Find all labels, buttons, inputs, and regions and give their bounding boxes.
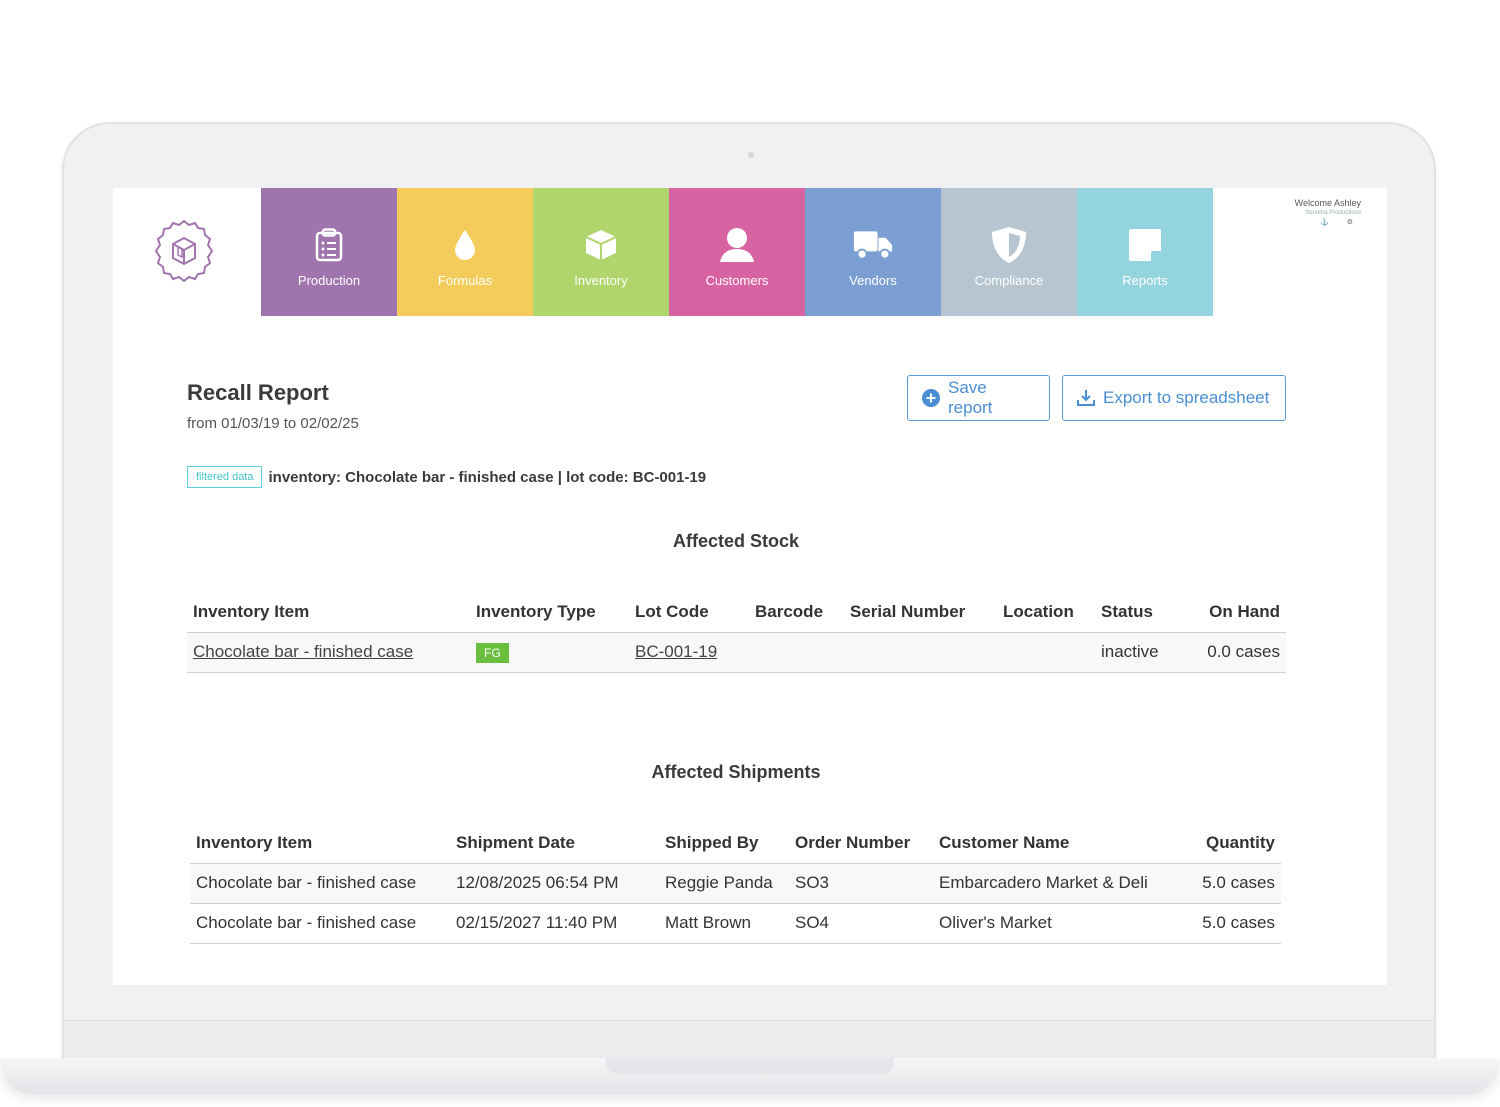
- page-title: Recall Report: [187, 380, 329, 405]
- table-row: Chocolate bar - finished case 12/08/2025…: [190, 863, 1281, 904]
- column-header[interactable]: Inventory Item: [190, 823, 450, 864]
- main-nav: Production Formulas Inventory Customers …: [261, 188, 1213, 316]
- filtered-data-tag: filtered data: [187, 466, 263, 488]
- shipped-by-cell: Matt Brown: [659, 903, 789, 944]
- drop-icon: [445, 225, 485, 265]
- order-number-cell: SO3: [789, 863, 933, 904]
- affected-stock-table: Inventory Item Inventory Type Lot Code B…: [187, 592, 1286, 673]
- note-icon: [1125, 225, 1165, 265]
- column-header[interactable]: Inventory Type: [470, 592, 629, 633]
- user-name[interactable]: Ashley: [1334, 198, 1361, 208]
- nav-label: Formulas: [437, 272, 493, 288]
- barcode-cell: [749, 632, 844, 673]
- nav-label: Compliance: [974, 272, 1044, 288]
- affected-stock-title: Affected Stock: [672, 531, 800, 551]
- table-row: Chocolate bar - finished case 02/15/2027…: [190, 903, 1281, 944]
- company-name[interactable]: Sonoma Productions: [1295, 210, 1361, 216]
- shipment-date-cell: 02/15/2027 11:40 PM: [450, 903, 659, 944]
- shipment-date-cell: 12/08/2025 06:54 PM: [450, 863, 659, 904]
- download-icon: [1077, 389, 1095, 407]
- brand-logo-icon[interactable]: [151, 218, 217, 284]
- nav-label: Customers: [705, 272, 769, 288]
- export-spreadsheet-button[interactable]: Export to spreadsheet: [1062, 375, 1286, 421]
- column-header[interactable]: Status: [1095, 592, 1190, 633]
- user-welcome: Welcome Ashley Sonoma Productions ⚓ ⚙: [1295, 198, 1361, 226]
- table-header-row: Inventory Item Inventory Type Lot Code B…: [187, 592, 1286, 633]
- filter-description: inventory: Chocolate bar - finished case…: [268, 468, 707, 486]
- nav-tile-formulas[interactable]: Formulas: [397, 188, 533, 316]
- order-number-cell: SO4: [789, 903, 933, 944]
- app-screen: Production Formulas Inventory Customers …: [113, 188, 1387, 985]
- nav-tile-inventory[interactable]: Inventory: [533, 188, 669, 316]
- table-row: Chocolate bar - finished case FG BC-001-…: [187, 632, 1286, 673]
- customer-name-cell: Embarcadero Market & Deli: [933, 863, 1163, 904]
- date-range: from 01/03/19 to 02/02/25: [187, 415, 359, 432]
- column-header[interactable]: Shipped By: [659, 823, 789, 864]
- nav-label: Production: [297, 272, 361, 288]
- column-header[interactable]: Serial Number: [844, 592, 997, 633]
- inventory-item-link[interactable]: Chocolate bar - finished case: [193, 642, 413, 661]
- affected-shipments-title: Affected Shipments: [651, 762, 821, 782]
- clipboard-icon: [309, 225, 349, 265]
- column-header[interactable]: Barcode: [749, 592, 844, 633]
- nav-label: Reports: [1122, 272, 1168, 288]
- box-icon: [581, 225, 621, 265]
- welcome-prefix: Welcome: [1294, 198, 1332, 208]
- camera: [748, 152, 754, 158]
- lot-code-link[interactable]: BC-001-19: [635, 642, 717, 661]
- shield-icon: [989, 225, 1029, 265]
- status-cell: inactive: [1095, 632, 1190, 673]
- nav-tile-compliance[interactable]: Compliance: [941, 188, 1077, 316]
- customer-name-cell: Oliver's Market: [933, 903, 1163, 944]
- filter-row: filtered data inventory: Chocolate bar -…: [187, 466, 706, 488]
- nav-tile-customers[interactable]: Customers: [669, 188, 805, 316]
- on-hand-cell: 0.0 cases: [1190, 632, 1286, 673]
- inventory-type-badge: FG: [476, 642, 509, 663]
- location-cell: [997, 632, 1095, 673]
- shipped-by-cell: Reggie Panda: [659, 863, 789, 904]
- column-header[interactable]: Lot Code: [629, 592, 749, 633]
- nav-label: Inventory: [574, 272, 628, 288]
- column-header[interactable]: Inventory Item: [187, 592, 470, 633]
- save-report-label: Save report: [948, 378, 993, 417]
- table-header-row: Inventory Item Shipment Date Shipped By …: [190, 823, 1281, 864]
- column-header[interactable]: Location: [997, 592, 1095, 633]
- serial-number-cell: [844, 632, 997, 673]
- nav-label: Vendors: [849, 272, 897, 288]
- user-controls[interactable]: ⚓ ⚙: [1295, 218, 1361, 226]
- truck-icon: [853, 225, 893, 265]
- export-spreadsheet-label: Export to spreadsheet: [1103, 388, 1270, 407]
- nav-tile-production[interactable]: Production: [261, 188, 397, 316]
- affected-shipments-table: Inventory Item Shipment Date Shipped By …: [190, 823, 1281, 944]
- nav-tile-reports[interactable]: Reports: [1077, 188, 1213, 316]
- user-icon: [717, 225, 757, 265]
- column-header[interactable]: Customer Name: [933, 823, 1163, 864]
- inventory-item-cell: Chocolate bar - finished case: [190, 863, 450, 904]
- inventory-item-cell: Chocolate bar - finished case: [190, 903, 450, 944]
- column-header[interactable]: Shipment Date: [450, 823, 659, 864]
- column-header[interactable]: Order Number: [789, 823, 933, 864]
- laptop-notch: [606, 1058, 894, 1074]
- column-header[interactable]: On Hand: [1190, 592, 1286, 633]
- save-report-button[interactable]: Save report: [907, 375, 1050, 421]
- nav-tile-vendors[interactable]: Vendors: [805, 188, 941, 316]
- column-header[interactable]: Quantity: [1163, 823, 1281, 864]
- plus-circle-icon: [922, 389, 940, 407]
- quantity-cell: 5.0 cases: [1163, 863, 1281, 904]
- quantity-cell: 5.0 cases: [1163, 903, 1281, 944]
